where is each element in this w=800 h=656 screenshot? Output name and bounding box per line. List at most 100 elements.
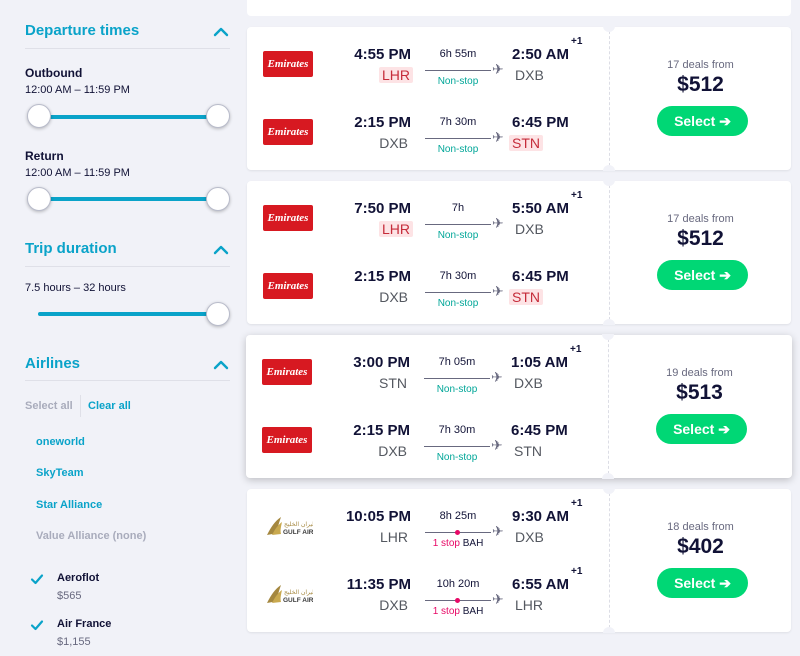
stopover-airport: BAH	[462, 606, 484, 617]
outbound-leg: طيران الخليجGULF AIR 10:05 PM LHR 8h 25m…	[247, 498, 609, 551]
plane-icon: ✈	[491, 437, 503, 453]
svg-text:GULF AIR: GULF AIR	[283, 597, 313, 604]
chevron-up-icon[interactable]	[213, 27, 229, 37]
price-column: 18 deals from $402 Select ➔	[610, 489, 791, 632]
result-card[interactable]: Emirates 4:55 PM LHR 6h 55m ✈ Non-stop 2…	[247, 26, 791, 171]
outbound-slider-min-handle[interactable]	[27, 104, 51, 128]
select-all-link[interactable]: Select all	[25, 400, 73, 412]
flight-duration: 7h 30m	[439, 270, 477, 282]
select-button[interactable]: Select ➔	[657, 106, 748, 136]
departure-time: 7:50 PM	[354, 200, 411, 217]
stops-info: Non-stop	[436, 384, 478, 395]
departure-airport: LHR	[378, 67, 413, 83]
outbound-slider-track[interactable]	[38, 115, 218, 119]
airline-logo: طيران الخليجGULF AIR	[263, 581, 317, 607]
trip-duration-range: 7.5 hours – 32 hours	[25, 282, 126, 294]
return-leg: Emirates 2:15 PM DXB 7h 30m ✈ Non-stop 6…	[246, 417, 608, 465]
airline-logo: Emirates	[263, 119, 313, 145]
flight-duration: 10h 20m	[436, 578, 480, 590]
trip-duration-heading[interactable]: Trip duration	[25, 240, 117, 257]
result-card[interactable]: Emirates 3:00 PM STN 7h 05m ✈ Non-stop 1…	[246, 334, 792, 479]
flight-duration: 6h 55m	[439, 48, 477, 60]
next-day-indicator: +1	[571, 498, 583, 509]
filters-sidebar: Departure times Outbound 12:00 AM – 11:5…	[0, 0, 240, 656]
divider	[25, 380, 230, 381]
alliance-skyteam[interactable]: SkyTeam	[36, 467, 84, 479]
chevron-up-icon[interactable]	[213, 245, 229, 255]
svg-text:طيران الخليج: طيران الخليج	[284, 521, 313, 528]
svg-text:طيران الخليج: طيران الخليج	[284, 589, 313, 596]
arrival-time: 9:30 AM	[512, 508, 569, 525]
airline-filter-price: $565	[57, 590, 82, 602]
plane-icon: ✈	[492, 215, 504, 231]
result-card[interactable]: طيران الخليجGULF AIR 10:05 PM LHR 8h 25m…	[247, 488, 791, 633]
departure-airport: DXB	[378, 443, 407, 459]
arrival-airport: STN	[509, 135, 543, 151]
checkmark-icon[interactable]	[30, 572, 44, 586]
airline-logo: Emirates	[262, 359, 312, 385]
select-button[interactable]: Select ➔	[656, 414, 747, 444]
checkmark-icon[interactable]	[30, 618, 44, 632]
select-button[interactable]: Select ➔	[657, 260, 748, 290]
stop-dot-icon	[455, 598, 460, 603]
alliance-value-alliance: Value Alliance (none)	[36, 530, 147, 542]
flight-duration: 7h 30m	[438, 424, 476, 436]
stopover-airport: BAH	[462, 538, 484, 549]
departure-airport: DXB	[379, 597, 408, 613]
airline-filter-aeroflot[interactable]: Aeroflot	[57, 572, 99, 584]
arrival-airport: DXB	[515, 221, 544, 237]
plane-icon: ✈	[492, 283, 504, 299]
arrival-time: 6:45 PM	[511, 422, 568, 439]
flight-duration: 7h 30m	[439, 116, 477, 128]
plane-icon: ✈	[492, 523, 504, 539]
result-card[interactable]: Emirates 7:50 PM LHR 7h ✈ Non-stop 5:50 …	[247, 180, 791, 325]
route-line	[425, 530, 491, 535]
arrival-time: 2:50 AM	[512, 46, 569, 63]
alliance-star-alliance[interactable]: Star Alliance	[36, 499, 102, 511]
trip-duration-slider-track[interactable]	[38, 312, 218, 316]
return-slider-max-handle[interactable]	[206, 187, 230, 211]
stops-info: 1 stop BAH	[417, 606, 499, 617]
airlines-heading[interactable]: Airlines	[25, 355, 80, 372]
alliance-oneworld[interactable]: oneworld	[36, 436, 85, 448]
select-button[interactable]: Select ➔	[657, 568, 748, 598]
departure-time: 3:00 PM	[353, 354, 410, 371]
arrival-airport: DXB	[514, 375, 543, 391]
trip-duration-slider-handle[interactable]	[206, 302, 230, 326]
chevron-up-icon[interactable]	[213, 360, 229, 370]
arrival-time: 6:45 PM	[512, 114, 569, 131]
next-day-indicator: +1	[570, 344, 582, 355]
stops-info: Non-stop	[436, 452, 478, 463]
stops-info: 1 stop BAH	[417, 538, 499, 549]
stops-info: Non-stop	[437, 144, 479, 155]
arrival-time: 5:50 AM	[512, 200, 569, 217]
arrival-time: 6:55 AM	[512, 576, 569, 593]
return-leg: Emirates 2:15 PM DXB 7h 30m ✈ Non-stop 6…	[247, 109, 609, 157]
divider	[25, 48, 230, 49]
outbound-slider-max-handle[interactable]	[206, 104, 230, 128]
plane-icon: ✈	[492, 129, 504, 145]
stops-info: Non-stop	[437, 76, 479, 87]
route-line	[425, 292, 491, 293]
next-day-indicator: +1	[571, 566, 583, 577]
departure-time: 2:15 PM	[354, 268, 411, 285]
outbound-leg: Emirates 3:00 PM STN 7h 05m ✈ Non-stop 1…	[246, 344, 608, 397]
flight-duration: 8h 25m	[439, 510, 477, 522]
outbound-label: Outbound	[25, 66, 83, 80]
return-slider-track[interactable]	[38, 197, 218, 201]
departure-time: 11:35 PM	[346, 576, 411, 593]
airline-filter-air-france[interactable]: Air France	[57, 618, 111, 630]
flight-duration: 7h 05m	[438, 356, 476, 368]
price: $513	[676, 381, 723, 404]
departure-time: 2:15 PM	[354, 114, 411, 131]
return-slider-min-handle[interactable]	[27, 187, 51, 211]
divider	[80, 395, 81, 417]
clear-all-link[interactable]: Clear all	[88, 400, 131, 412]
route-line	[424, 378, 490, 379]
stops-info: Non-stop	[437, 230, 479, 241]
departure-time: 4:55 PM	[354, 46, 411, 63]
outbound-range: 12:00 AM – 11:59 PM	[25, 84, 130, 96]
departure-times-heading[interactable]: Departure times	[25, 22, 139, 39]
plane-icon: ✈	[492, 61, 504, 77]
next-day-indicator: +1	[571, 190, 583, 201]
